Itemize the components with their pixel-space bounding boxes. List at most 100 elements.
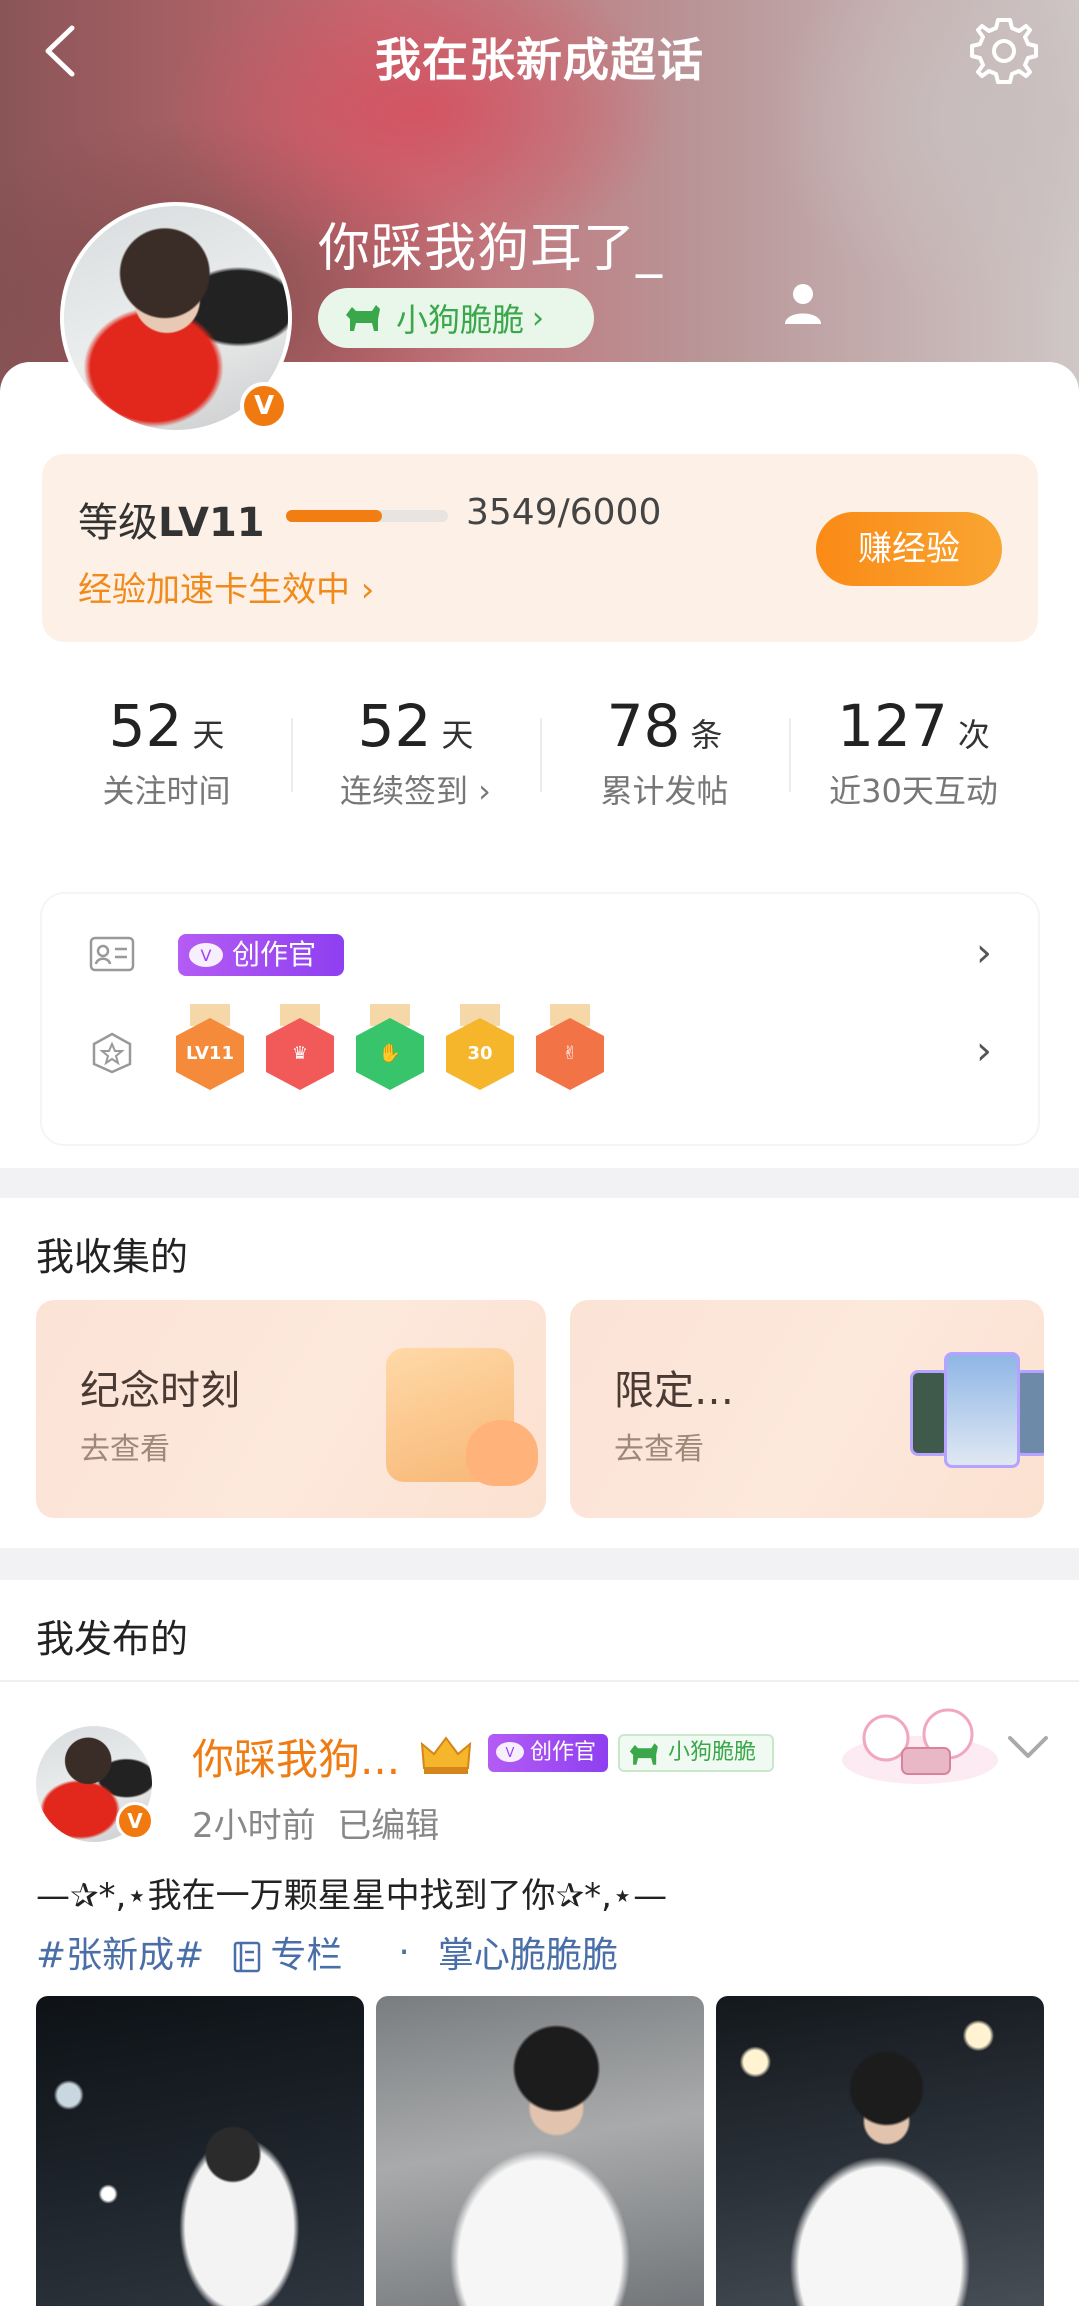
profile-username: 你踩我狗耳了_ bbox=[318, 219, 664, 279]
cat-sticker-decoration bbox=[842, 1708, 998, 1784]
stat-follow-time: 52 天 关注时间 bbox=[42, 670, 291, 820]
medal-level: LV11 bbox=[176, 1004, 244, 1092]
medal-icon bbox=[92, 1032, 132, 1074]
post-image[interactable] bbox=[36, 1996, 364, 2306]
id-card-icon bbox=[89, 936, 135, 972]
profile-card: 等级LV11 3549/6000 经验加速卡生效中 › 赚经验 52 天 关注时间… bbox=[0, 362, 1079, 1168]
chevron-down-icon[interactable] bbox=[1006, 1732, 1050, 1762]
medal-row[interactable]: LV11 ♛ ✋ 30 ✌ › bbox=[42, 1000, 1038, 1100]
top-bar: 我在张新成超话 bbox=[0, 0, 1079, 104]
medal-face: LV11 bbox=[176, 1018, 244, 1090]
column-link[interactable]: 专栏 bbox=[232, 1926, 370, 1978]
post-time: 2小时前 bbox=[192, 1806, 316, 1846]
verified-badge: V bbox=[116, 1802, 154, 1840]
stat-value: 52 bbox=[108, 692, 183, 760]
settings-button[interactable] bbox=[967, 14, 1041, 88]
post-image[interactable] bbox=[716, 1996, 1044, 2306]
post-edited: 已编辑 bbox=[337, 1806, 440, 1846]
creator-tag-label: 创作官 bbox=[530, 1740, 597, 1765]
chevron-right-icon: › bbox=[976, 1028, 992, 1074]
dog-icon bbox=[346, 305, 380, 331]
dog-icon bbox=[629, 1743, 658, 1765]
medal-face: 30 bbox=[446, 1018, 514, 1090]
collected-section: 我收集的 纪念时刻 去查看 限定… 去查看 bbox=[0, 1198, 1079, 1548]
post-author-name[interactable]: 你踩我狗... bbox=[192, 1726, 400, 1787]
level-card: 等级LV11 3549/6000 经验加速卡生效中 › 赚经验 bbox=[42, 454, 1038, 642]
post-image[interactable] bbox=[376, 1996, 704, 2306]
heart-icon bbox=[466, 1420, 538, 1486]
level-progress-text: 3549/6000 bbox=[466, 492, 662, 533]
stat-label: 累计发帖 bbox=[600, 772, 729, 810]
topic-tag-link[interactable]: #张新成# bbox=[36, 1926, 204, 1978]
crown-icon bbox=[420, 1736, 472, 1774]
boost-card-link[interactable]: 经验加速卡生效中 › bbox=[78, 562, 374, 611]
post-tags: #张新成# 专栏 · 掌心脆脆脆 bbox=[36, 1926, 646, 1978]
posted-section: 我发布的 V 你踩我狗... V 创作官 小狗脆脆 2小时前 已编辑 —✰*,⋆… bbox=[0, 1580, 1079, 2306]
separator-dot: · bbox=[398, 1931, 410, 1973]
title-row[interactable]: V 创作官 › bbox=[42, 902, 1038, 1002]
photo-card bbox=[944, 1352, 1020, 1468]
fan-tag-label: 小狗脆脆 bbox=[396, 301, 525, 339]
stat-interactions: 127 次 近30天互动 bbox=[789, 670, 1038, 820]
creator-tag-label: 创作官 bbox=[232, 938, 317, 971]
medal-face: ♛ bbox=[266, 1018, 334, 1090]
medal-face: ✌ bbox=[536, 1018, 604, 1090]
fan-tag-chip: 小狗脆脆 bbox=[618, 1734, 774, 1772]
stat-label: 连续签到 › bbox=[340, 772, 491, 810]
level-prefix: 等级 bbox=[78, 500, 158, 546]
badge-card: V 创作官 › LV11 ♛ ✋ 30 ✌ › bbox=[42, 894, 1038, 1144]
post-images bbox=[36, 1996, 1044, 2306]
creator-mark-icon: V bbox=[496, 1742, 524, 1762]
stat-value: 78 bbox=[606, 692, 681, 760]
stat-label: 近30天互动 bbox=[829, 772, 998, 810]
stat-checkin[interactable]: 52 天 连续签到 › bbox=[291, 670, 540, 820]
divider bbox=[0, 1680, 1079, 1682]
medal-rock: ✌ bbox=[536, 1004, 604, 1092]
stat-label: 关注时间 bbox=[102, 772, 231, 810]
level-label: 等级LV11 bbox=[78, 490, 265, 548]
level-progress-fill bbox=[286, 510, 382, 522]
creator-tag: V 创作官 bbox=[488, 1734, 608, 1772]
stat-posts: 78 条 累计发帖 bbox=[540, 670, 789, 820]
gear-icon bbox=[970, 18, 1038, 84]
svg-text:V: V bbox=[506, 1746, 515, 1761]
card-title: 纪念时刻 bbox=[80, 1368, 240, 1414]
fan-tag-chip[interactable]: 小狗脆脆 › bbox=[318, 288, 594, 348]
memorial-card[interactable]: 纪念时刻 去查看 bbox=[36, 1300, 546, 1518]
medal-30-days: 30 bbox=[446, 1004, 514, 1092]
creator-tag: V 创作官 bbox=[178, 934, 344, 976]
page-title: 我在张新成超话 bbox=[375, 33, 704, 87]
medal-list: LV11 ♛ ✋ 30 ✌ bbox=[176, 1004, 604, 1092]
card-link: 去查看 bbox=[614, 1432, 704, 1467]
stat-unit: 次 bbox=[957, 716, 990, 754]
chevron-right-icon: › bbox=[976, 930, 992, 976]
card-title: 限定… bbox=[614, 1368, 734, 1414]
medal-hand: ✋ bbox=[356, 1004, 424, 1092]
stat-value: 52 bbox=[357, 692, 432, 760]
column-label: 专栏 bbox=[270, 1935, 343, 1976]
stats-row: 52 天 关注时间 52 天 连续签到 › 78 条 累计发帖 127 次 近30天互动 bbox=[42, 670, 1038, 820]
limited-card[interactable]: 限定… 去查看 bbox=[570, 1300, 1044, 1518]
column-name-link[interactable]: 掌心脆脆脆 bbox=[438, 1926, 618, 1978]
collected-title: 我收集的 bbox=[36, 1235, 189, 1279]
earn-exp-button[interactable]: 赚经验 bbox=[816, 512, 1002, 586]
svg-text:V: V bbox=[201, 946, 212, 965]
creator-mark-icon: V bbox=[189, 943, 223, 967]
chevron-right-icon: › bbox=[532, 300, 545, 336]
medal-trophy: ♛ bbox=[266, 1004, 334, 1092]
photo-stack-icon bbox=[910, 1352, 1044, 1472]
stat-unit: 天 bbox=[192, 716, 225, 754]
person-icon[interactable] bbox=[782, 282, 824, 326]
posted-title: 我发布的 bbox=[36, 1617, 189, 1661]
level-progress-bar bbox=[286, 510, 448, 522]
post-text: —✰*,⋆我在一万颗星星中找到了你✰*,⋆— bbox=[36, 1876, 668, 1916]
stat-unit: 天 bbox=[441, 716, 474, 754]
stat-unit: 条 bbox=[690, 716, 723, 754]
card-link: 去查看 bbox=[80, 1432, 170, 1467]
post-meta: 2小时前 已编辑 bbox=[192, 1798, 439, 1847]
verified-badge: V bbox=[240, 382, 288, 430]
level-value: LV11 bbox=[158, 500, 265, 546]
medal-face: ✋ bbox=[356, 1018, 424, 1090]
fan-tag-label: 小狗脆脆 bbox=[668, 1740, 757, 1765]
column-icon bbox=[234, 1941, 261, 1973]
